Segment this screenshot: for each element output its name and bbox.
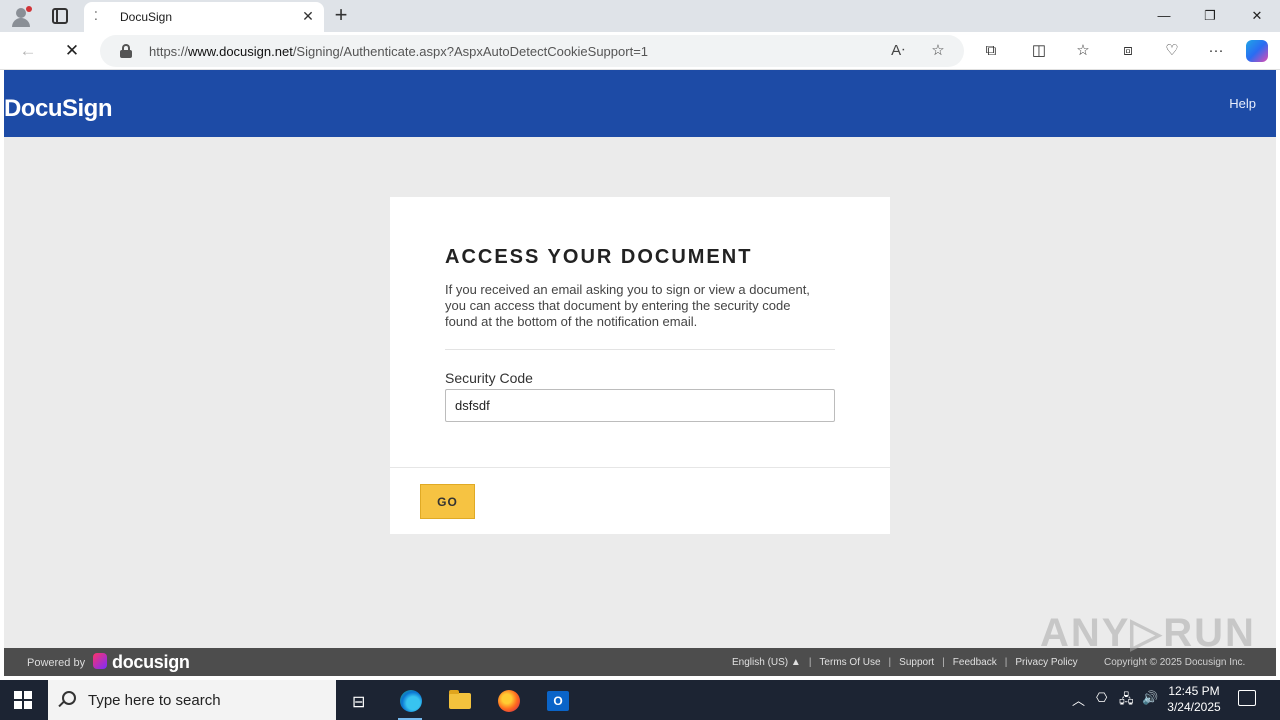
windows-start-icon[interactable] [14, 691, 32, 709]
browser-tab-strip: ⁚ DocuSign ✕ + — ❐ ✕ [0, 0, 1280, 32]
docusign-footer-brand: docusign [112, 652, 190, 672]
system-clock[interactable]: 12:45 PM 3/24/2025 [1160, 683, 1228, 715]
security-code-input[interactable] [445, 389, 835, 422]
tab-actions-icon[interactable] [52, 8, 68, 24]
access-document-card: ACCESS YOUR DOCUMENT If you received an … [390, 197, 890, 534]
card-footer-divider [390, 467, 890, 468]
terms-of-use-link[interactable]: Terms Of Use [819, 657, 880, 668]
extensions-icon[interactable]: ⧉ [981, 41, 1001, 61]
docusign-mark-icon [93, 653, 107, 669]
taskbar-firefox-icon[interactable] [489, 686, 529, 720]
security-code-label: Security Code [445, 370, 533, 386]
favorite-star-icon[interactable]: ☆ [928, 41, 948, 61]
taskbar-outlook-icon[interactable]: O [538, 686, 578, 720]
task-view-icon[interactable]: ⊟ [352, 692, 365, 712]
loading-spinner-icon: ⁚ [94, 9, 98, 23]
read-aloud-icon[interactable]: Aᐧ [888, 41, 908, 61]
network-icon[interactable]: 🖧 [1119, 690, 1134, 712]
browser-tab-docusign[interactable]: ⁚ DocuSign ✕ [84, 2, 324, 32]
footer-links: English (US) ▲ | Terms Of Use | Support | Feed… [732, 657, 1078, 668]
volume-icon[interactable]: 🔊 [1142, 690, 1158, 706]
stop-loading-icon[interactable]: ✕ [60, 39, 84, 63]
split-screen-icon[interactable]: ◫ [1029, 41, 1049, 61]
notifications-icon[interactable] [1238, 690, 1256, 706]
taskbar-search-placeholder: Type here to search [88, 692, 221, 709]
lock-icon[interactable] [120, 44, 132, 58]
profile-icon[interactable] [10, 6, 32, 27]
feedback-link[interactable]: Feedback [953, 657, 997, 668]
show-hidden-icons-icon[interactable]: ︿ [1072, 690, 1085, 709]
taskbar-edge-icon[interactable] [390, 686, 430, 720]
docusign-header: DocuSign Help [4, 70, 1276, 137]
card-intro-text: If you received an email asking you to s… [445, 282, 810, 329]
anyrun-watermark: ANY▷RUN [1040, 611, 1256, 655]
privacy-policy-link[interactable]: Privacy Policy [1015, 657, 1077, 668]
back-arrow-icon[interactable]: ← [16, 39, 40, 63]
page-viewport: DocuSign Help ACCESS YOUR DOCUMENT If yo… [4, 70, 1276, 676]
new-tab-button[interactable]: + [330, 4, 352, 26]
windows-taskbar: Type here to search O [0, 680, 1280, 720]
go-button[interactable]: GO [420, 484, 475, 519]
taskbar-file-explorer-icon[interactable] [440, 686, 480, 720]
powered-by-text: Powered by [27, 657, 86, 669]
address-bar[interactable]: https://www.docusign.net/Signing/Authent… [100, 35, 964, 67]
favorites-icon[interactable]: ☆ [1073, 41, 1093, 61]
support-link[interactable]: Support [899, 657, 934, 668]
close-window-button[interactable]: ✕ [1234, 0, 1280, 32]
clock-date: 3/24/2025 [1167, 700, 1221, 714]
language-selector[interactable]: English (US) ▲ [732, 657, 801, 668]
minimize-button[interactable]: — [1141, 0, 1187, 32]
collections-icon[interactable]: ⧈ [1118, 41, 1138, 61]
taskbar-search-box[interactable]: Type here to search [48, 680, 336, 720]
search-icon [62, 691, 76, 705]
copyright-text: Copyright © 2025 Docusign Inc. [1104, 657, 1246, 668]
device-icon[interactable]: ⎔ [1096, 690, 1107, 706]
browser-essentials-icon[interactable]: ♡ [1162, 41, 1182, 61]
card-heading: ACCESS YOUR DOCUMENT [445, 246, 753, 268]
clock-time: 12:45 PM [1168, 684, 1220, 698]
tab-close-icon[interactable]: ✕ [300, 8, 316, 24]
help-link[interactable]: Help [1229, 96, 1256, 111]
tab-title: DocuSign [120, 10, 173, 24]
more-menu-icon[interactable]: ··· [1206, 41, 1226, 61]
browser-navbar: ← ✕ https://www.docusign.net/Signing/Aut… [0, 32, 1280, 70]
docusign-logo: DocuSign [4, 95, 113, 122]
divider [445, 349, 835, 350]
restore-button[interactable]: ❐ [1187, 0, 1233, 32]
copilot-icon[interactable] [1246, 40, 1268, 62]
url-text[interactable]: https://www.docusign.net/Signing/Authent… [149, 44, 648, 59]
